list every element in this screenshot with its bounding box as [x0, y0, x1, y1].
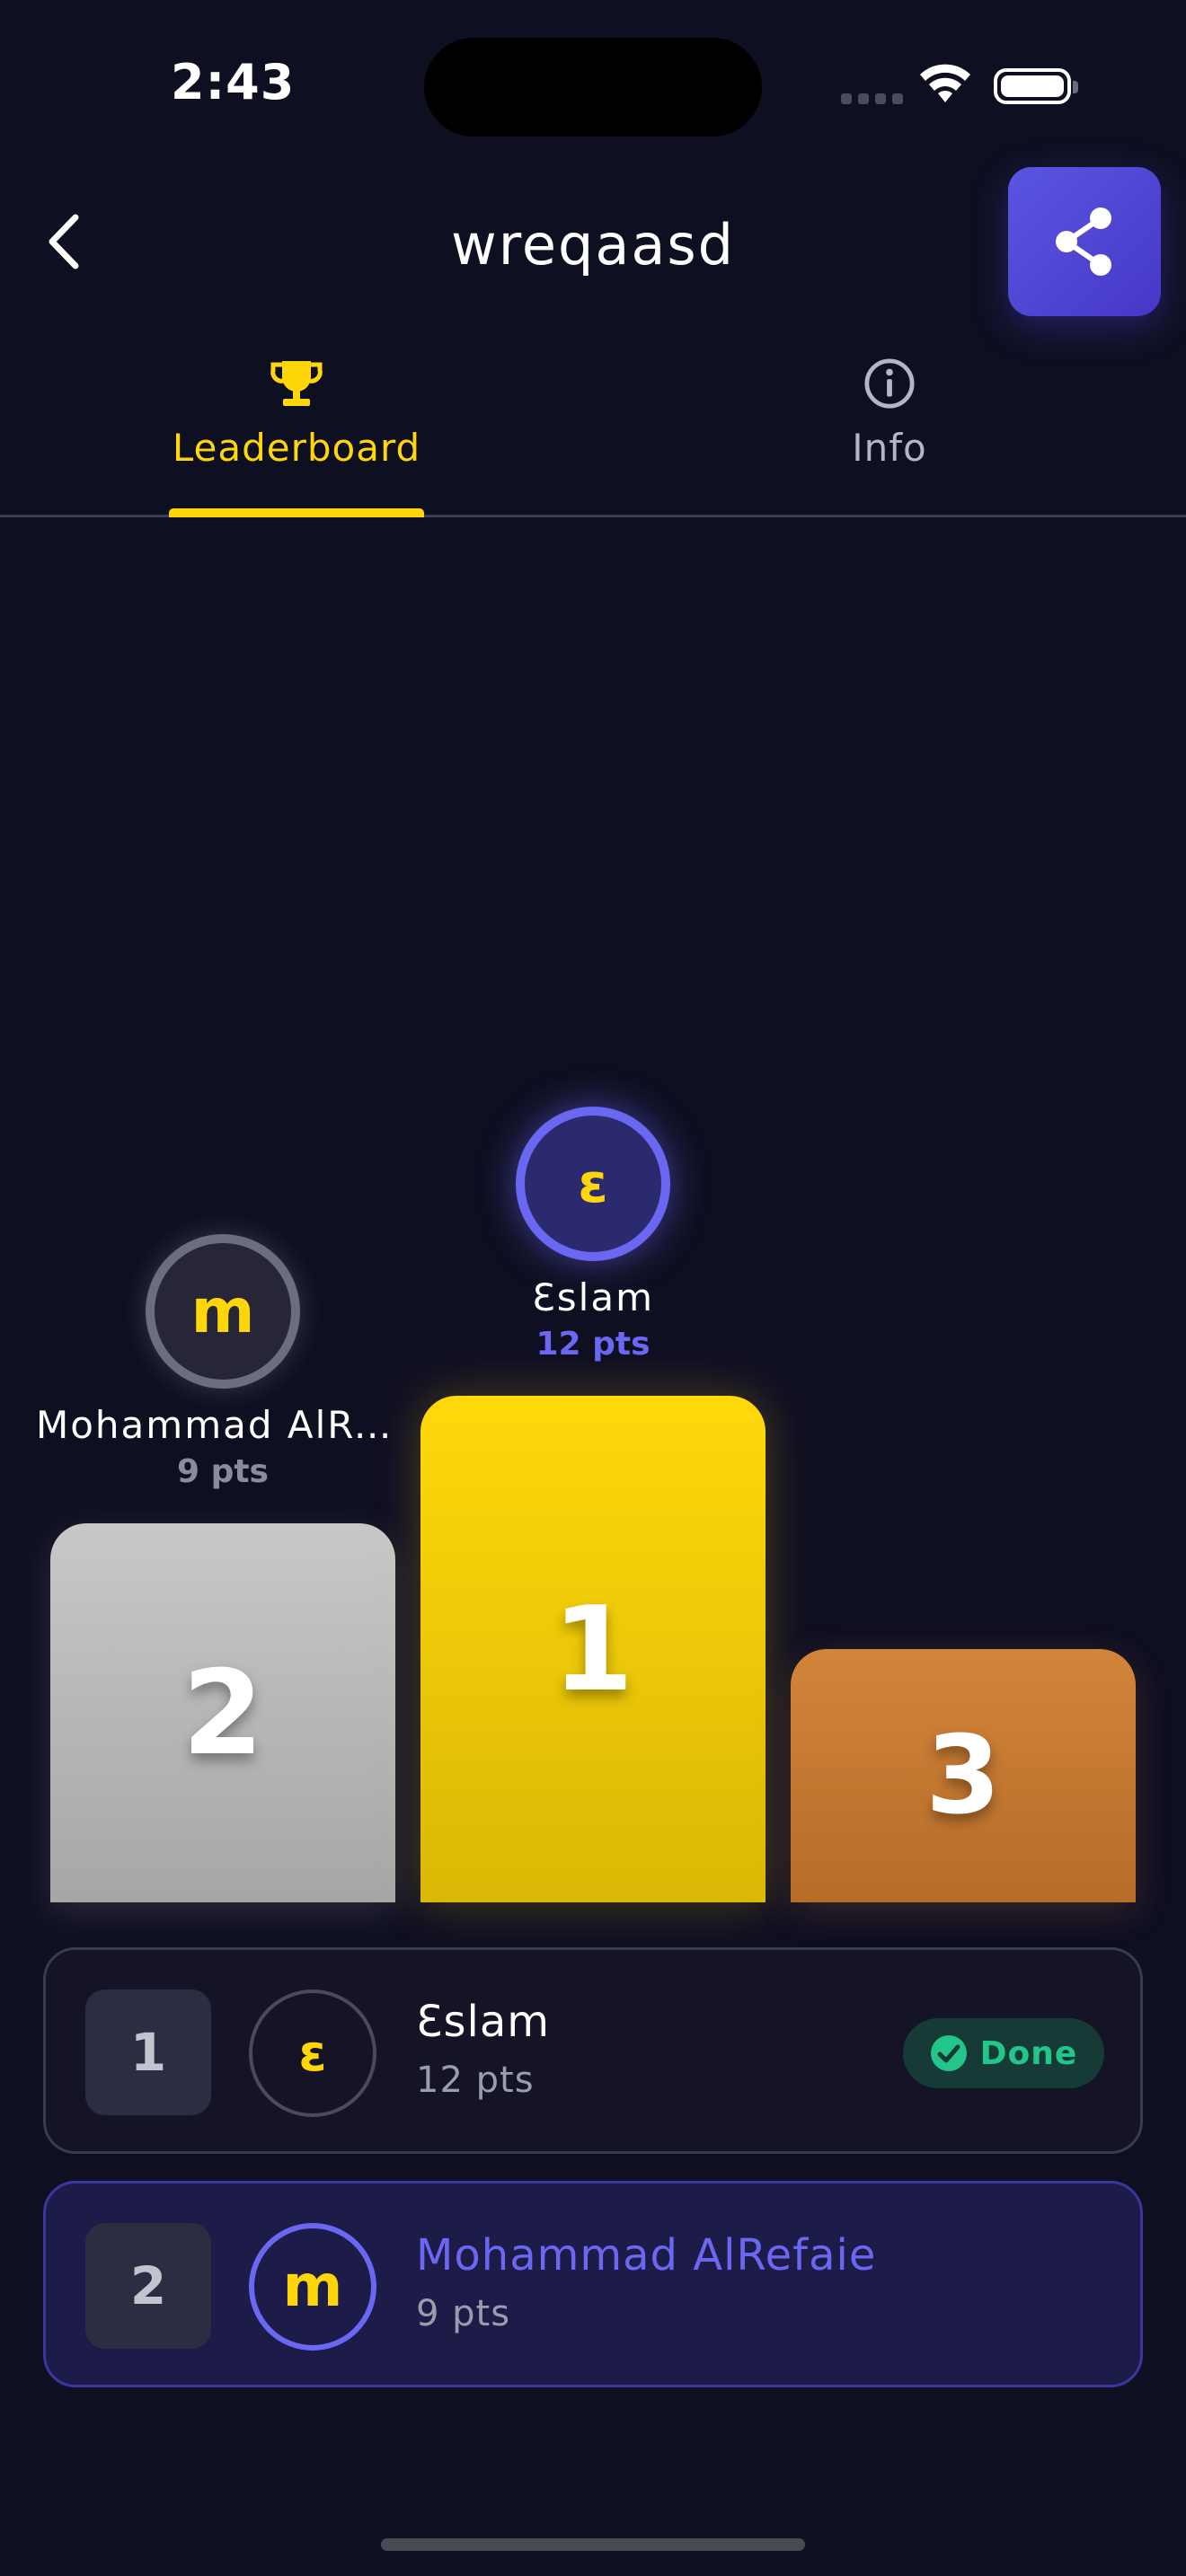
rank-badge: 1 — [85, 1989, 211, 2115]
tab-info-label: Info — [852, 426, 927, 470]
share-icon — [1056, 207, 1111, 276]
player-name: Ɛslam — [416, 1997, 550, 2047]
podium-third-block: 3 — [791, 1649, 1136, 1902]
battery-icon — [994, 68, 1078, 104]
podium-second-points: 9 pts — [177, 1453, 269, 1490]
status-time: 2:43 — [171, 54, 296, 110]
player-points: 12 pts — [416, 2060, 535, 2101]
check-circle-icon — [930, 2035, 967, 2071]
status-badge: Done — [903, 2018, 1104, 2088]
leaderboard-row[interactable]: 2 m Mohammad AlRefaie 9 pts — [43, 2181, 1143, 2387]
podium-first-name: Ɛslam — [532, 1275, 654, 1319]
status-badge-label: Done — [979, 2034, 1078, 2072]
cellular-signal-icon — [841, 93, 903, 104]
podium-first-avatar: ɛ — [516, 1107, 670, 1261]
active-tab-indicator — [169, 508, 424, 517]
podium-second-block: 2 — [50, 1523, 395, 1902]
tab-info[interactable]: Info — [593, 357, 1186, 470]
rank-badge: 2 — [85, 2223, 211, 2349]
podium-first-block: 1 — [420, 1396, 766, 1902]
trophy-icon — [270, 361, 323, 406]
share-button[interactable] — [1008, 167, 1161, 316]
tab-leaderboard-label: Leaderboard — [172, 426, 421, 470]
player-points: 9 pts — [416, 2293, 511, 2334]
player-name: Mohammad AlRefaie — [416, 2230, 877, 2280]
dynamic-island — [424, 38, 762, 137]
avatar: m — [249, 2223, 376, 2351]
home-indicator — [381, 2538, 805, 2551]
podium-second-name: Mohammad AlRefaie — [36, 1403, 410, 1447]
leaderboard-row[interactable]: 1 ɛ Ɛslam 12 pts Done — [43, 1947, 1143, 2154]
wifi-icon — [920, 64, 970, 102]
info-icon — [864, 358, 915, 409]
avatar: ɛ — [249, 1989, 376, 2117]
podium-first-points: 12 pts — [535, 1326, 651, 1363]
podium-second-avatar: m — [146, 1234, 300, 1389]
tab-leaderboard[interactable]: Leaderboard — [0, 357, 593, 470]
